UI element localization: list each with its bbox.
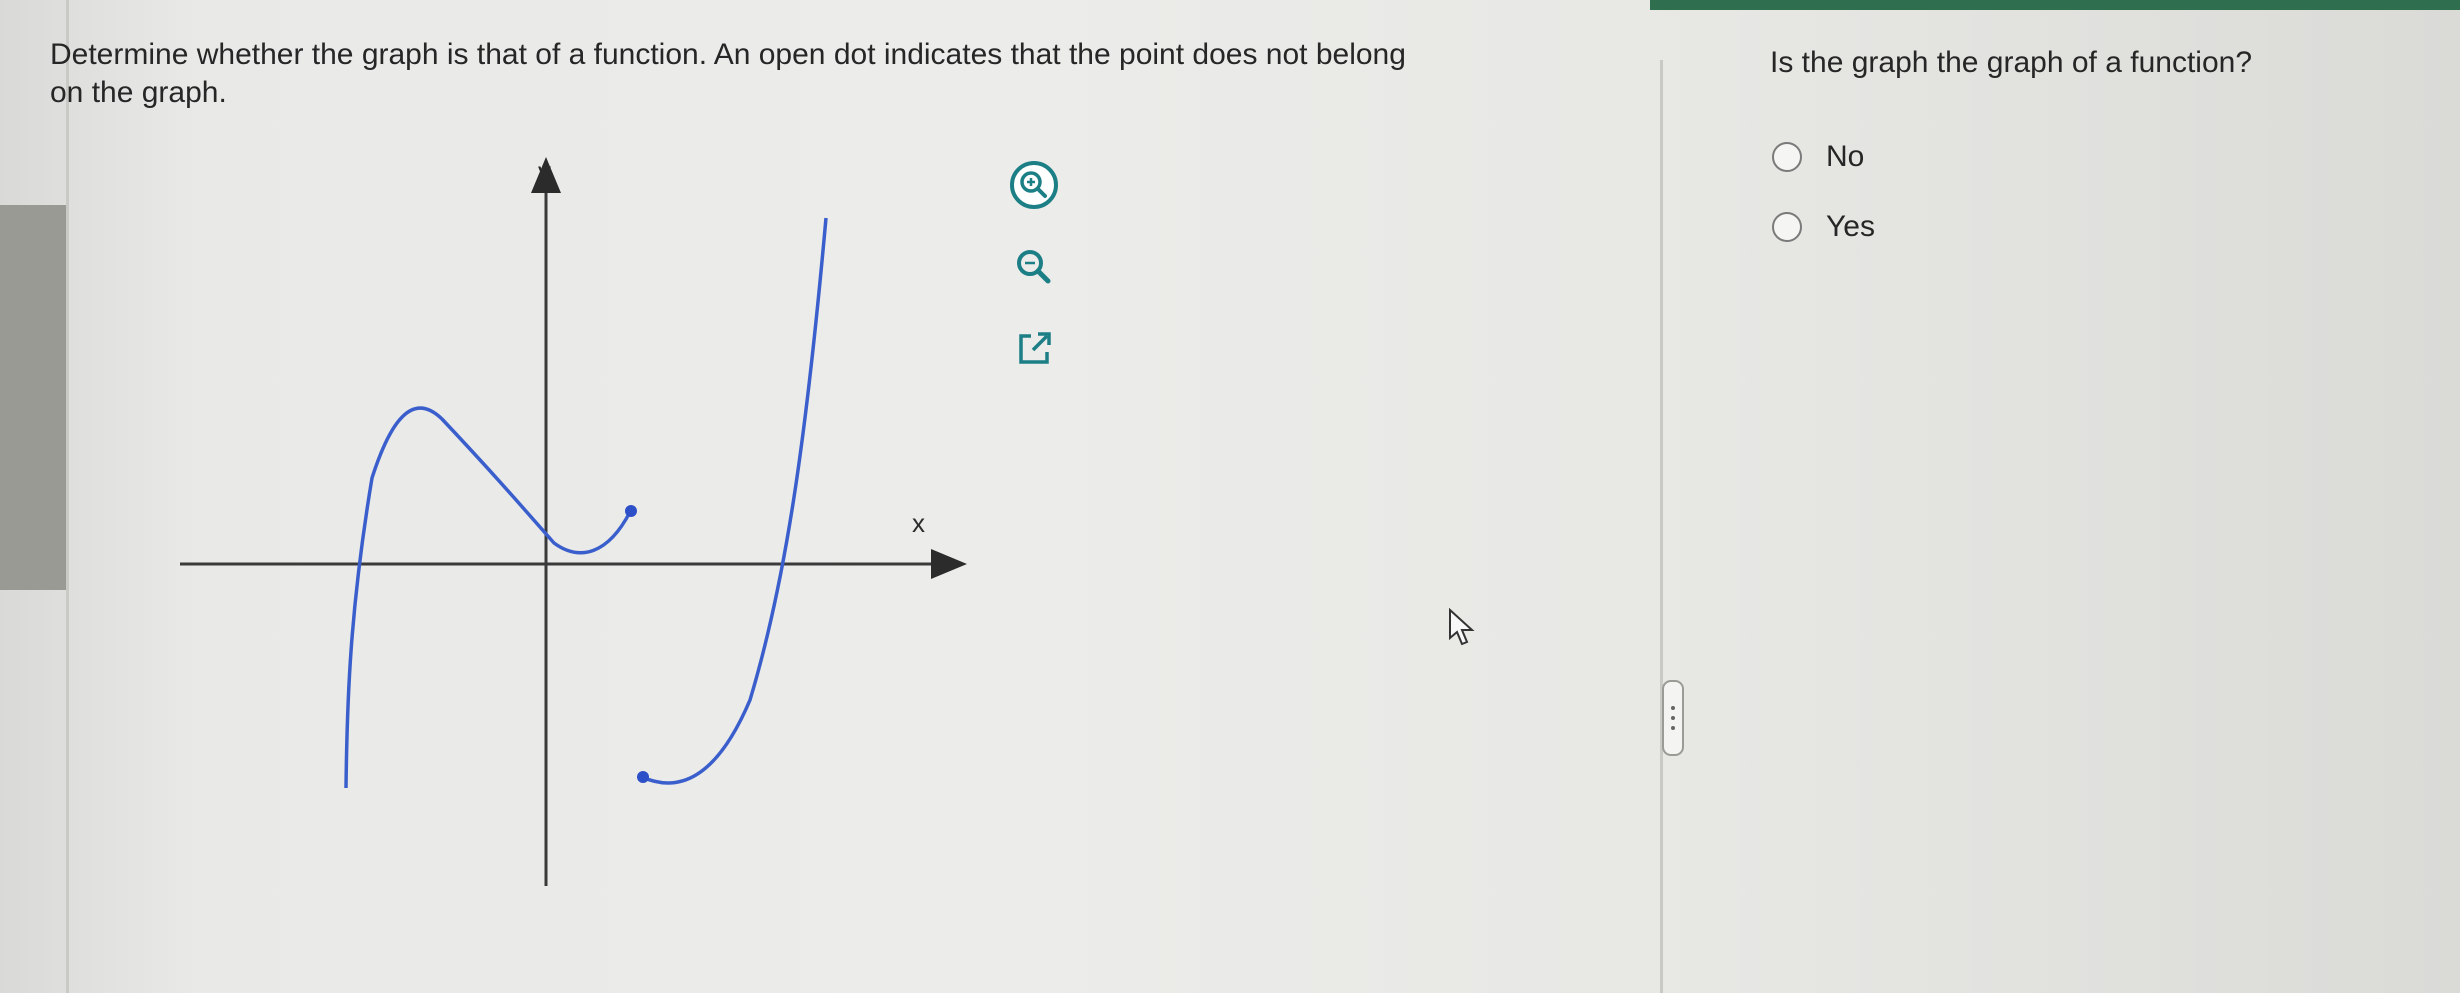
handle-dot (1671, 706, 1675, 710)
radio-yes[interactable] (1772, 212, 1802, 242)
x-axis-label: x (912, 508, 925, 538)
question-instructions: Determine whether the graph is that of a… (50, 36, 1630, 112)
panel-divider (1660, 60, 1663, 993)
external-link-icon (1019, 332, 1051, 364)
popout-button[interactable] (1005, 320, 1063, 378)
option-yes[interactable]: Yes (1772, 210, 1875, 244)
panel-resize-handle[interactable] (1662, 680, 1684, 756)
instructions-line-1: Determine whether the graph is that of a… (50, 38, 1406, 71)
curve-right-branch (641, 217, 828, 785)
zoom-out-button[interactable] (1005, 238, 1063, 296)
mouse-pointer-icon (1449, 608, 1475, 646)
instructions-line-2: on the graph. (50, 76, 227, 109)
zoom-in-button[interactable] (1005, 156, 1063, 214)
zoom-in-icon (1010, 161, 1058, 209)
closed-dot-left-end (637, 771, 649, 783)
handle-dot (1671, 726, 1675, 730)
function-graph: x y (180, 156, 967, 886)
zoom-out-icon (1017, 250, 1051, 284)
closed-dot-right-end (625, 505, 637, 517)
left-panel-border (66, 0, 69, 993)
radio-no[interactable] (1772, 142, 1802, 172)
option-no-label: No (1826, 140, 1865, 173)
left-window-edge (0, 205, 66, 590)
option-yes-label: Yes (1826, 210, 1875, 243)
handle-dot (1671, 716, 1675, 720)
y-axis-label: y (538, 156, 551, 186)
header-strip (1650, 0, 2460, 10)
option-no[interactable]: No (1772, 140, 1864, 174)
curve-left-branch (344, 406, 632, 789)
question-text: Is the graph the graph of a function? (1770, 46, 2253, 79)
